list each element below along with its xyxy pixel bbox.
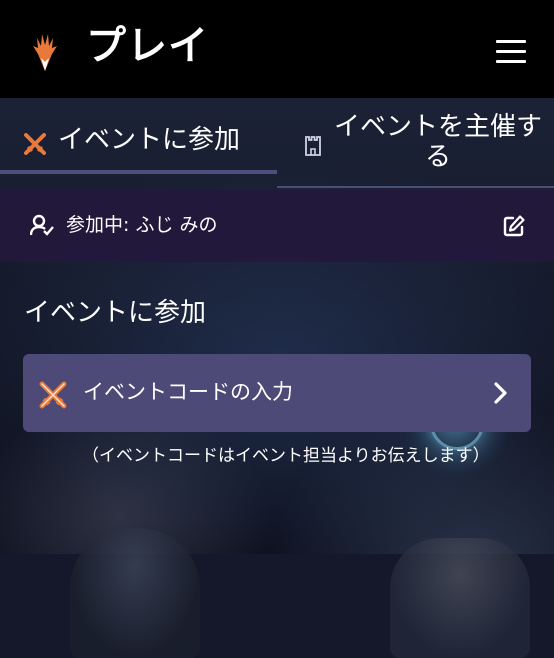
crossed-swords-icon <box>39 381 67 409</box>
participation-status-text: 参加中: ふじ みの <box>66 214 218 236</box>
enter-event-code-button[interactable]: イベントコードの入力 <box>23 354 531 432</box>
background-character <box>390 538 530 658</box>
edit-pencil-icon[interactable] <box>502 214 526 238</box>
tab-bar: イベントに参加 イベントを主催する <box>0 98 554 190</box>
crossed-swords-icon <box>24 133 46 155</box>
tab-divider <box>277 186 554 188</box>
mtg-planeswalker-logo-icon <box>33 34 57 71</box>
section-heading: イベントに参加 <box>24 298 207 328</box>
app-header: プレイ <box>0 0 554 98</box>
page-title: プレイ <box>86 23 209 69</box>
user-check-icon <box>30 214 54 236</box>
tab-host-event-label: イベントを主催する <box>333 112 542 172</box>
enter-event-code-label: イベントコードの入力 <box>83 380 293 404</box>
chevron-right-icon <box>494 382 507 404</box>
participation-status-bar: 参加中: ふじ みの <box>0 190 554 262</box>
hamburger-menu-icon[interactable] <box>496 40 526 64</box>
event-code-help-text: （イベントコードはイベント担当よりお伝えします） <box>82 446 490 466</box>
tab-join-event[interactable]: イベントに参加 <box>0 98 277 174</box>
castle-tower-icon <box>305 136 321 156</box>
background-hooded-figure <box>70 528 200 658</box>
active-tab-indicator <box>0 170 277 174</box>
tab-join-event-label: イベントに参加 <box>58 125 241 155</box>
